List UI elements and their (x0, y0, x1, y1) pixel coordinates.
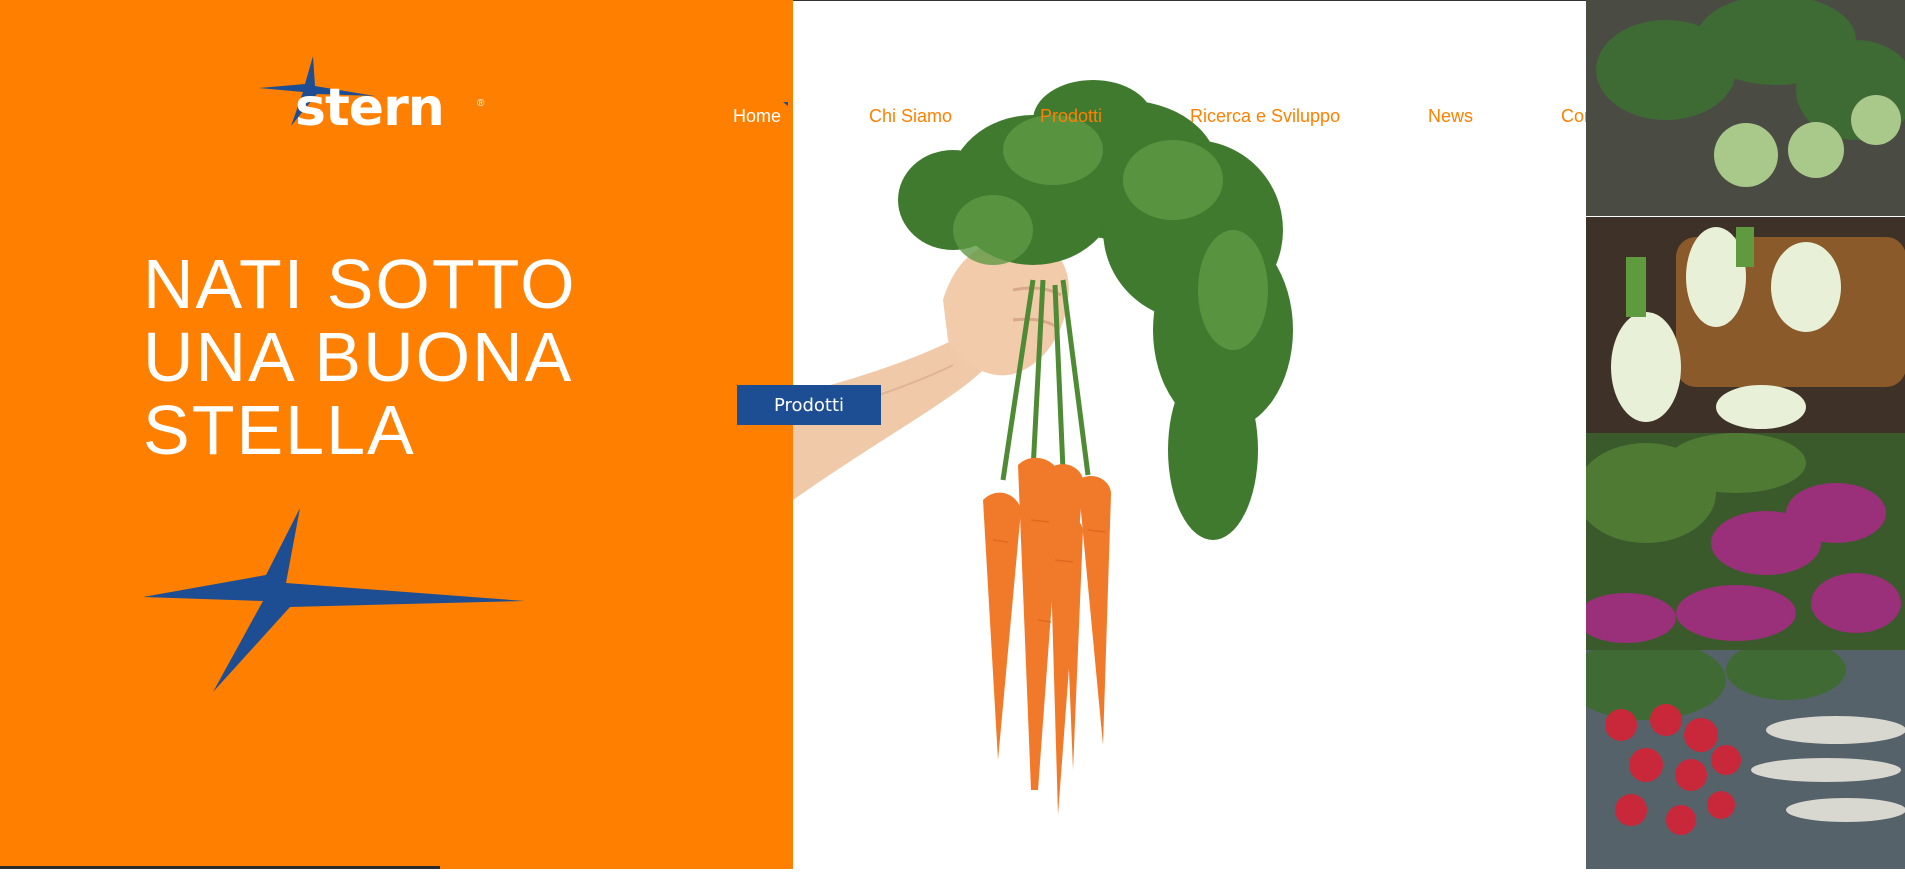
fennel-image (1586, 217, 1905, 433)
headline-line-2: UNA BUONA (143, 318, 574, 396)
stern-logo[interactable]: stern ® (255, 52, 495, 142)
radish-image (1586, 650, 1905, 869)
carrot-bunch-image (792, 0, 1586, 869)
logo-text: stern (295, 78, 445, 138)
triangle-icon (783, 102, 788, 106)
headline-line-1: NATI SOTTO (143, 245, 577, 323)
turnip-image (1586, 433, 1905, 650)
nav-item-news[interactable]: News (1428, 106, 1473, 127)
nav-item-chi-siamo[interactable]: Chi Siamo (869, 106, 952, 127)
star-icon (143, 508, 525, 692)
nav-item-prodotti[interactable]: Prodotti (1040, 106, 1102, 127)
prodotti-button[interactable]: Prodotti (737, 385, 881, 425)
hero-headline: NATI SOTTO UNA BUONA STELLA (143, 248, 577, 467)
headline-line-3: STELLA (143, 391, 416, 469)
kohlrabi-image (1586, 0, 1905, 216)
registered-mark: ® (477, 98, 485, 109)
nav-item-home[interactable]: Home (733, 106, 781, 127)
nav-item-ricerca-e-sviluppo[interactable]: Ricerca e Sviluppo (1190, 106, 1340, 127)
